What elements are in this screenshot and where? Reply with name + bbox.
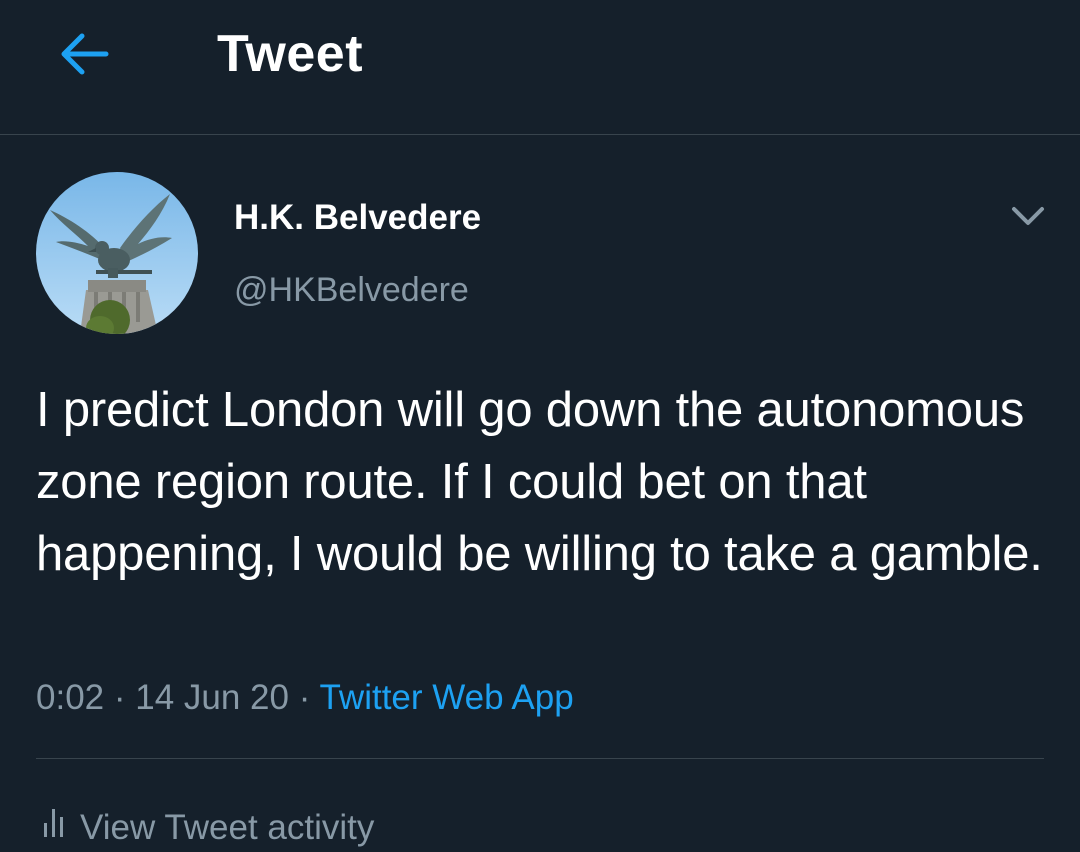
meta-separator: ·: [298, 678, 311, 717]
page-title: Tweet: [217, 25, 364, 83]
view-tweet-activity-label: View Tweet activity: [80, 808, 375, 847]
chevron-down-icon: [1012, 207, 1044, 225]
tweet-text: I predict London will go down the autono…: [36, 383, 1043, 581]
tweet-menu-button[interactable]: [1004, 196, 1052, 236]
arrow-left-icon: [61, 33, 109, 75]
app-header: Tweet: [0, 0, 1080, 135]
tweet-time: 0:02: [36, 678, 105, 717]
author-handle[interactable]: @HKBelvedere: [234, 268, 469, 312]
view-tweet-activity-button[interactable]: View Tweet activity: [42, 806, 374, 852]
tweet-date: 14 Jun 20: [135, 678, 289, 717]
author-display-name[interactable]: H.K. Belvedere: [234, 196, 481, 240]
tweet-source-link[interactable]: Twitter Web App: [319, 678, 573, 717]
tweet-meta: 0:02 · 14 Jun 20 · Twitter Web App: [36, 676, 574, 720]
avatar[interactable]: [36, 172, 198, 334]
meta-separator: ·: [113, 678, 126, 717]
back-button[interactable]: [52, 26, 116, 82]
bar-chart-icon: [42, 805, 66, 850]
eagle-statue-avatar: [36, 172, 198, 334]
divider: [36, 758, 1044, 759]
